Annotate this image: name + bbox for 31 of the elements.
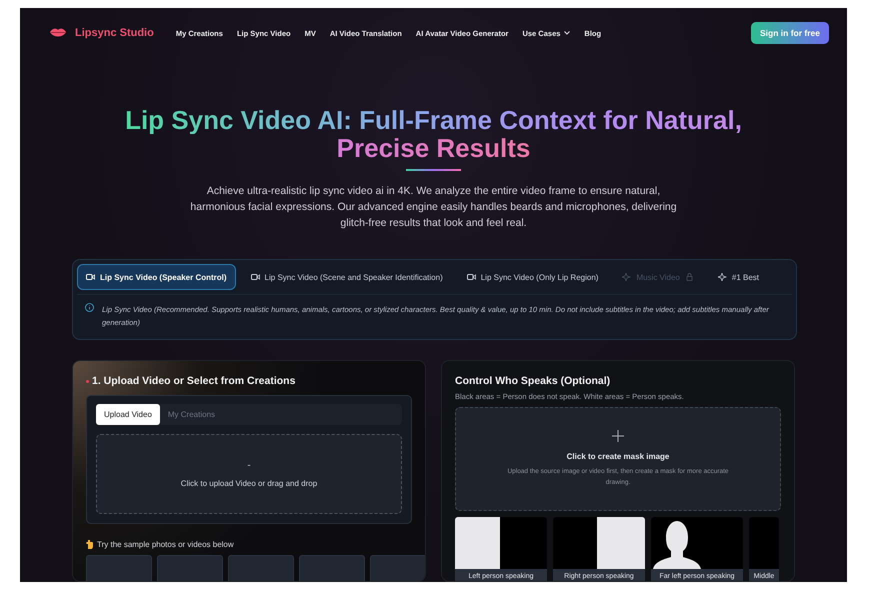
lock-icon <box>684 273 694 281</box>
hero-description: Achieve ultra-realistic lip sync video ai in 4K. We analyze the entire video frame to ensure natural, harmonious facial expressions. Our advanced engine easily handles beards and microphones, delivering glitch-free results that look and feel real. <box>189 184 678 231</box>
logo-text[interactable]: Lipsync Studio <box>75 27 154 39</box>
mask-preview-drawing <box>749 517 779 569</box>
caret-icon <box>564 31 570 35</box>
dropzone-icon: - <box>247 460 251 471</box>
lips-icon <box>50 28 66 38</box>
video-camera-icon <box>466 273 476 281</box>
sample-thumbnail[interactable] <box>86 555 152 581</box>
mask-title: Click to create mask image <box>566 452 670 461</box>
video-camera-icon <box>86 273 95 281</box>
info-icon <box>85 303 94 312</box>
sparkle-icon <box>622 273 632 281</box>
sparkle-icon <box>718 273 727 281</box>
sample-thumbnail[interactable] <box>228 555 294 581</box>
upload-dropzone[interactable]: - Click to upload Video or drag and drop <box>96 434 402 514</box>
mode-tab[interactable]: Lip Sync Video (Speaker Control) <box>77 264 236 290</box>
dropzone-text: Click to upload Video or drag and drop <box>180 479 318 488</box>
plus-icon <box>612 430 624 442</box>
required-dot <box>86 380 89 382</box>
card-title: Control Who Speaks (Optional) <box>455 375 610 387</box>
card-title: 1. Upload Video or Select from Creations <box>92 375 296 387</box>
sample-thumbnail[interactable] <box>157 555 223 581</box>
pointing-hand-icon <box>86 540 93 549</box>
mode-tab[interactable]: Lip Sync Video (Scene and Speaker Identification) <box>242 264 452 290</box>
samples-hint: Try the sample photos or videos below <box>97 540 234 549</box>
mode-tab[interactable]: #1 Best <box>708 264 768 290</box>
mode-tab[interactable]: Lip Sync Video (Only Lip Region) <box>458 264 608 290</box>
sample-thumbnail[interactable] <box>299 555 365 581</box>
source-tab[interactable]: Upload Video <box>96 404 160 425</box>
video-camera-icon <box>250 273 260 281</box>
